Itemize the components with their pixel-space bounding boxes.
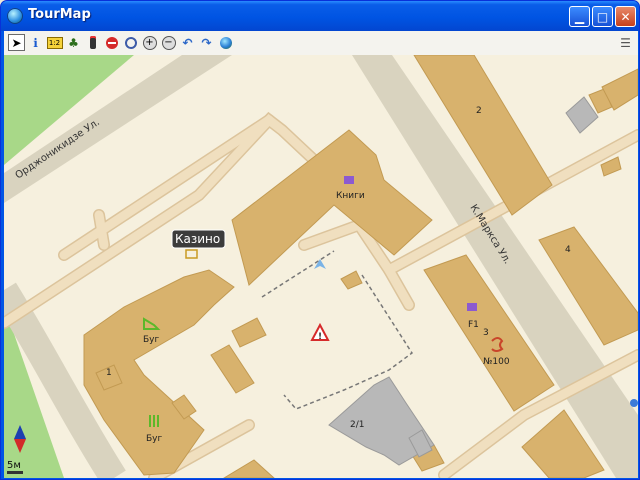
- undo-tool[interactable]: ↶: [179, 34, 196, 51]
- tree-tool[interactable]: ♣: [65, 34, 82, 51]
- casino-icon: [185, 249, 198, 259]
- house-number-1: 1: [106, 368, 112, 378]
- shop-icon: [467, 303, 477, 311]
- tree-icon: ♣: [68, 35, 79, 50]
- no100-label: №100: [483, 357, 510, 367]
- books-label: Книги: [336, 191, 365, 201]
- toolbar: ➤ ℹ 1:2 ♣ + − ↶ ↷ ☰: [4, 31, 638, 56]
- f1-label: F1: [468, 320, 479, 330]
- zoom-out-icon: −: [161, 35, 176, 50]
- casino-label: Казино: [175, 232, 220, 246]
- menu-tool[interactable]: ☰: [617, 34, 634, 51]
- scale-icon: 1:2: [46, 36, 63, 49]
- maximize-button[interactable]: □: [592, 6, 613, 27]
- edge-marker-icon: [630, 399, 638, 407]
- casino-poi[interactable]: Казино: [171, 229, 226, 259]
- window-title: TourMap: [28, 7, 91, 22]
- warning-sign[interactable]: !: [310, 322, 330, 342]
- globe-icon: [7, 8, 23, 24]
- title-bar[interactable]: TourMap ▁ □ ✕: [1, 1, 639, 31]
- traffic-light-tool[interactable]: [84, 34, 101, 51]
- traffic-light-icon: [89, 36, 96, 49]
- no-entry-icon: [105, 36, 118, 49]
- minimize-button[interactable]: ▁: [569, 6, 590, 27]
- bug-label-top: Буг: [143, 335, 160, 345]
- house-number-2-1: 2/1: [350, 420, 364, 430]
- magnifier-icon: [124, 36, 137, 49]
- close-button[interactable]: ✕: [615, 6, 636, 27]
- list-icon: ☰: [620, 35, 631, 50]
- globe-icon: [219, 36, 232, 49]
- marker-icon: [314, 259, 326, 269]
- no-entry-tool[interactable]: [103, 34, 120, 51]
- zoom-in-tool[interactable]: +: [141, 34, 158, 51]
- scale-label: 5м: [7, 460, 21, 471]
- info-tool[interactable]: ℹ: [27, 34, 44, 51]
- search-tool[interactable]: [122, 34, 139, 51]
- bug-label-bottom: Буг: [146, 434, 163, 444]
- svg-text:!: !: [318, 332, 322, 342]
- position-marker[interactable]: [314, 259, 326, 269]
- pointer-icon: ➤: [11, 35, 22, 50]
- app-window: TourMap ▁ □ ✕ ➤ ℹ 1:2 ♣ + − ↶ ↷ ☰ Орджон…: [0, 0, 640, 480]
- map-canvas[interactable]: Орджоникидзе Ул. К.Маркса Ул. 2 4 3 1 2/…: [4, 55, 638, 478]
- books-icon: [344, 176, 354, 184]
- globe-tool[interactable]: [217, 34, 234, 51]
- zoom-out-tool[interactable]: −: [160, 34, 177, 51]
- house-number-4: 4: [565, 245, 571, 255]
- scale-tool[interactable]: 1:2: [46, 34, 63, 51]
- scale-bar: [7, 471, 23, 474]
- redo-tool[interactable]: ↷: [198, 34, 215, 51]
- undo-icon: ↶: [182, 35, 193, 50]
- redo-icon: ↷: [201, 35, 212, 50]
- pointer-tool[interactable]: ➤: [8, 34, 25, 51]
- house-number-2: 2: [476, 106, 482, 116]
- map-view[interactable]: Орджоникидзе Ул. К.Маркса Ул. 2 4 3 1 2/…: [4, 55, 638, 478]
- info-icon: ℹ: [33, 35, 38, 50]
- house-number-3: 3: [483, 328, 489, 338]
- zoom-in-icon: +: [142, 35, 157, 50]
